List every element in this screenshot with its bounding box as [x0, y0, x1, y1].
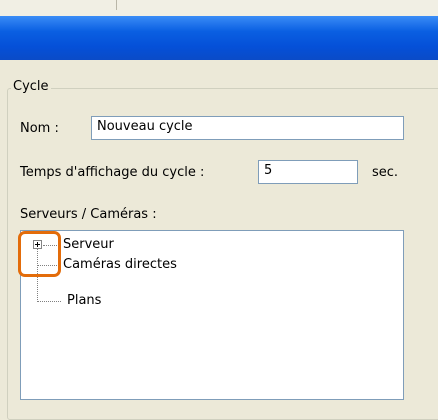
dialog-body: Cycle Nom : Nouveau cycle Temps d'affich…: [0, 60, 438, 420]
tree-node-plans[interactable]: Plans: [21, 291, 401, 311]
servers-cameras-tree[interactable]: Serveur Caméras directes Plans: [20, 230, 404, 400]
tree-node-label[interactable]: Caméras directes: [63, 257, 177, 272]
highlight-box: [18, 231, 61, 277]
duration-field[interactable]: 5: [258, 160, 358, 184]
window-titlebar[interactable]: [0, 16, 438, 60]
tree-node-label[interactable]: Serveur: [63, 237, 114, 252]
name-label: Nom :: [20, 121, 59, 136]
cycle-group-label: Cycle: [11, 79, 51, 94]
tree-node-direct-cameras[interactable]: Caméras directes: [21, 255, 401, 275]
duration-label: Temps d'affichage du cycle :: [20, 165, 205, 180]
servers-cameras-label: Serveurs / Caméras :: [20, 207, 157, 222]
top-strip-separator: [116, 0, 117, 10]
name-field-value: Nouveau cycle: [97, 119, 193, 134]
tree-node-server[interactable]: Serveur: [21, 235, 401, 255]
duration-unit: sec.: [372, 165, 399, 180]
duration-field-value: 5: [264, 163, 273, 178]
top-strip: [0, 0, 438, 16]
tree-node-label[interactable]: Plans: [67, 293, 101, 308]
name-field[interactable]: Nouveau cycle: [91, 116, 404, 140]
